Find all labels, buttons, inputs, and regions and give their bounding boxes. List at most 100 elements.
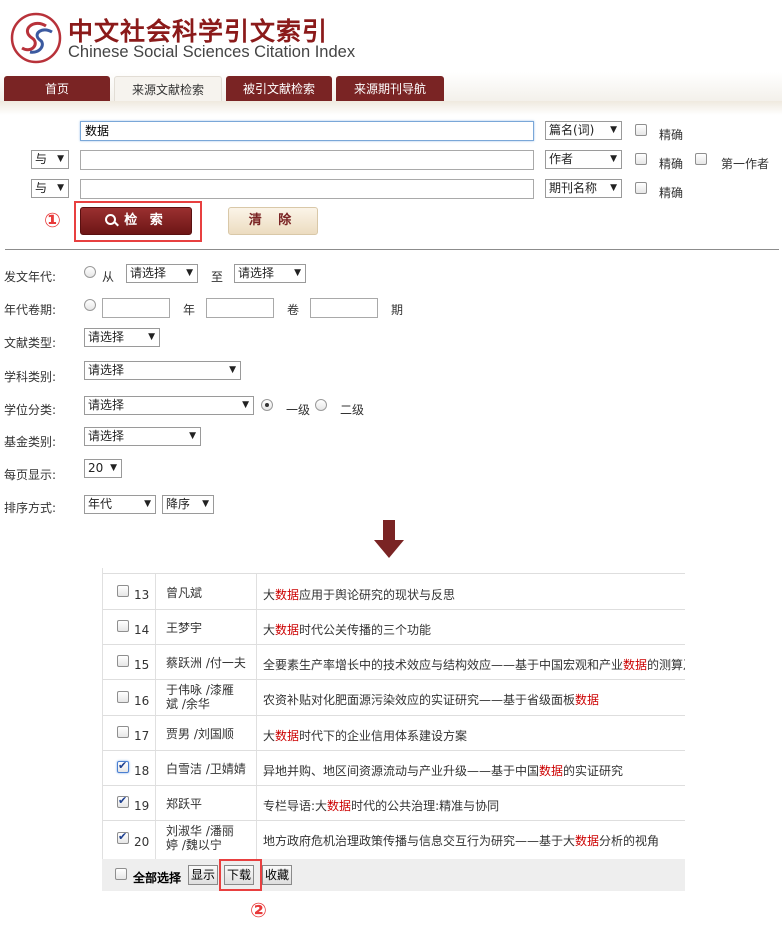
sort-label: 排序方式: bbox=[4, 501, 57, 515]
first-author-label: 第一作者 bbox=[721, 157, 770, 171]
year-range-radio[interactable] bbox=[84, 266, 96, 278]
degree-level2-label: 二级 bbox=[340, 403, 365, 417]
year-from-select[interactable]: 请选择 ▼ bbox=[126, 264, 198, 283]
row-author[interactable]: 王梦宇 bbox=[166, 621, 202, 635]
search-input-3[interactable] bbox=[80, 179, 534, 199]
row-number: 14 bbox=[134, 623, 150, 637]
tab-source-search[interactable]: 来源文献检索 bbox=[114, 76, 222, 102]
row-checkbox[interactable] bbox=[117, 726, 129, 738]
table-row: 15 蔡跃洲 /付一夫 全要素生产率增长中的技术效应与结构效应——基于中国宏观和… bbox=[103, 645, 685, 680]
favorite-button[interactable]: 收藏 bbox=[262, 865, 293, 885]
row-checkbox[interactable] bbox=[117, 620, 129, 632]
row-title[interactable]: 农资补贴对化肥面源污染效应的实证研究——基于省级面板数据 bbox=[263, 691, 599, 708]
arrow-down-icon bbox=[374, 520, 404, 558]
exact-checkbox-3[interactable] bbox=[635, 182, 647, 194]
row-title[interactable]: 全要素生产率增长中的技术效应与结构效应——基于中国宏观和产业数据的测算及 bbox=[263, 656, 685, 673]
logic-select-2[interactable]: 与 ▼ bbox=[31, 150, 69, 169]
row-checkbox[interactable] bbox=[117, 691, 129, 703]
clear-button[interactable]: 清 除 bbox=[228, 207, 318, 235]
first-author-checkbox[interactable] bbox=[695, 153, 707, 165]
table-row: 18 白雪洁 /卫婧婧 异地并购、地区间资源流动与产业升级——基于中国数据的实证… bbox=[103, 751, 685, 786]
row-author[interactable]: 贾男 /刘国顺 bbox=[166, 727, 234, 741]
table-row: 17 贾男 /刘国顺 大数据时代下的企业信用体系建设方案 bbox=[103, 716, 685, 751]
table-row: 13 曾凡斌 大数据应用于舆论研究的现状与反思 bbox=[103, 574, 685, 610]
year-from-label: 从 bbox=[102, 270, 115, 284]
degree-level1-radio[interactable] bbox=[261, 399, 273, 411]
logo-icon bbox=[10, 12, 62, 64]
exact-checkbox-1[interactable] bbox=[635, 124, 647, 136]
row-number: 15 bbox=[134, 658, 150, 672]
table-row: 14 王梦宇 大数据时代公关传播的三个功能 bbox=[103, 610, 685, 645]
row-author[interactable]: 曾凡斌 bbox=[166, 586, 202, 600]
row-number: 19 bbox=[134, 799, 150, 813]
tab-cited-search[interactable]: 被引文献检索 bbox=[226, 76, 332, 102]
sort-by-select[interactable]: 年代 ▼ bbox=[84, 495, 156, 514]
row-author[interactable]: 蔡跃洲 /付一夫 bbox=[166, 656, 246, 670]
field-select-1[interactable]: 篇名(词) ▼ bbox=[545, 121, 622, 140]
logic-select-3[interactable]: 与 ▼ bbox=[31, 179, 69, 198]
search-input-2[interactable] bbox=[80, 150, 534, 170]
degree-level2-radio[interactable] bbox=[315, 399, 327, 411]
subject-select[interactable]: 请选择 ▼ bbox=[84, 361, 241, 380]
annotation-marker-1: ① bbox=[44, 208, 61, 232]
row-title[interactable]: 地方政府危机治理政策传播与信息交互行为研究——基于大数据分析的视角 bbox=[263, 832, 659, 849]
volume-issue-input[interactable] bbox=[310, 298, 378, 318]
row-number: 17 bbox=[134, 729, 150, 743]
select-all-label: 全部选择 bbox=[133, 871, 182, 885]
search-button[interactable]: 检 索 bbox=[80, 207, 192, 235]
per-page-select[interactable]: 20 ▼ bbox=[84, 459, 122, 478]
row-author[interactable]: 刘淑华 /潘丽婷 /魏以宁 bbox=[166, 824, 234, 852]
row-title[interactable]: 大数据应用于舆论研究的现状与反思 bbox=[263, 586, 455, 603]
row-title[interactable]: 大数据时代公关传播的三个功能 bbox=[263, 621, 431, 638]
volume-year-input[interactable] bbox=[102, 298, 170, 318]
volume-issue-unit: 期 bbox=[391, 303, 404, 317]
volume-radio[interactable] bbox=[84, 299, 96, 311]
row-checkbox[interactable] bbox=[117, 655, 129, 667]
tab-journal-nav[interactable]: 来源期刊导航 bbox=[336, 76, 444, 102]
field-select-3[interactable]: 期刊名称 ▼ bbox=[545, 179, 622, 198]
site-title-en: Chinese Social Sciences Citation Index bbox=[68, 43, 356, 61]
fund-label: 基金类别: bbox=[4, 435, 57, 449]
select-all-checkbox[interactable] bbox=[115, 868, 127, 880]
row-number: 16 bbox=[134, 694, 150, 708]
volume-vol-unit: 卷 bbox=[287, 303, 300, 317]
degree-label: 学位分类: bbox=[4, 403, 57, 417]
annotation-marker-2: ② bbox=[250, 898, 267, 922]
exact-label-3: 精确 bbox=[659, 186, 684, 200]
row-checkbox[interactable] bbox=[117, 794, 129, 808]
show-button[interactable]: 显示 bbox=[188, 865, 219, 885]
row-title[interactable]: 大数据时代下的企业信用体系建设方案 bbox=[263, 727, 467, 744]
table-row: 16 于伟咏 /漆雁斌 /余华 农资补贴对化肥面源污染效应的实证研究——基于省级… bbox=[103, 680, 685, 716]
search-icon bbox=[105, 214, 117, 225]
doc-type-select[interactable]: 请选择 ▼ bbox=[84, 328, 160, 347]
fund-select[interactable]: 请选择 ▼ bbox=[84, 427, 201, 446]
row-title[interactable]: 异地并购、地区间资源流动与产业升级——基于中国数据的实证研究 bbox=[263, 762, 623, 779]
table-row: 20 刘淑华 /潘丽婷 /魏以宁 地方政府危机治理政策传播与信息交互行为研究——… bbox=[103, 821, 685, 859]
search-input-1[interactable]: 数据 bbox=[80, 121, 534, 141]
row-author[interactable]: 白雪洁 /卫婧婧 bbox=[166, 762, 246, 776]
tab-home[interactable]: 首页 bbox=[4, 76, 110, 102]
year-to-label: 至 bbox=[211, 270, 224, 284]
table-row: 19 郑跃平 专栏导语:大数据时代的公共治理:精准与协同 bbox=[103, 786, 685, 821]
volume-vol-input[interactable] bbox=[206, 298, 274, 318]
row-author[interactable]: 于伟咏 /漆雁斌 /余华 bbox=[166, 683, 234, 711]
exact-label-2: 精确 bbox=[659, 157, 684, 171]
exact-checkbox-2[interactable] bbox=[635, 153, 647, 165]
divider bbox=[5, 249, 779, 250]
degree-select[interactable]: 请选择 ▼ bbox=[84, 396, 254, 415]
field-select-2[interactable]: 作者 ▼ bbox=[545, 150, 622, 169]
row-author[interactable]: 郑跃平 bbox=[166, 797, 202, 811]
row-checkbox[interactable] bbox=[117, 759, 129, 773]
row-checkbox[interactable] bbox=[117, 585, 129, 597]
per-page-label: 每页显示: bbox=[4, 468, 57, 482]
doc-type-label: 文献类型: bbox=[4, 336, 57, 350]
year-to-select[interactable]: 请选择 ▼ bbox=[234, 264, 306, 283]
subject-label: 学科类别: bbox=[4, 370, 57, 384]
degree-level1-label: 一级 bbox=[286, 403, 311, 417]
sort-order-select[interactable]: 降序 ▼ bbox=[162, 495, 214, 514]
row-checkbox[interactable] bbox=[117, 830, 129, 844]
volume-year-unit: 年 bbox=[183, 303, 196, 317]
row-number: 18 bbox=[134, 764, 150, 778]
row-title[interactable]: 专栏导语:大数据时代的公共治理:精准与协同 bbox=[263, 797, 499, 814]
row-number: 20 bbox=[134, 835, 150, 849]
